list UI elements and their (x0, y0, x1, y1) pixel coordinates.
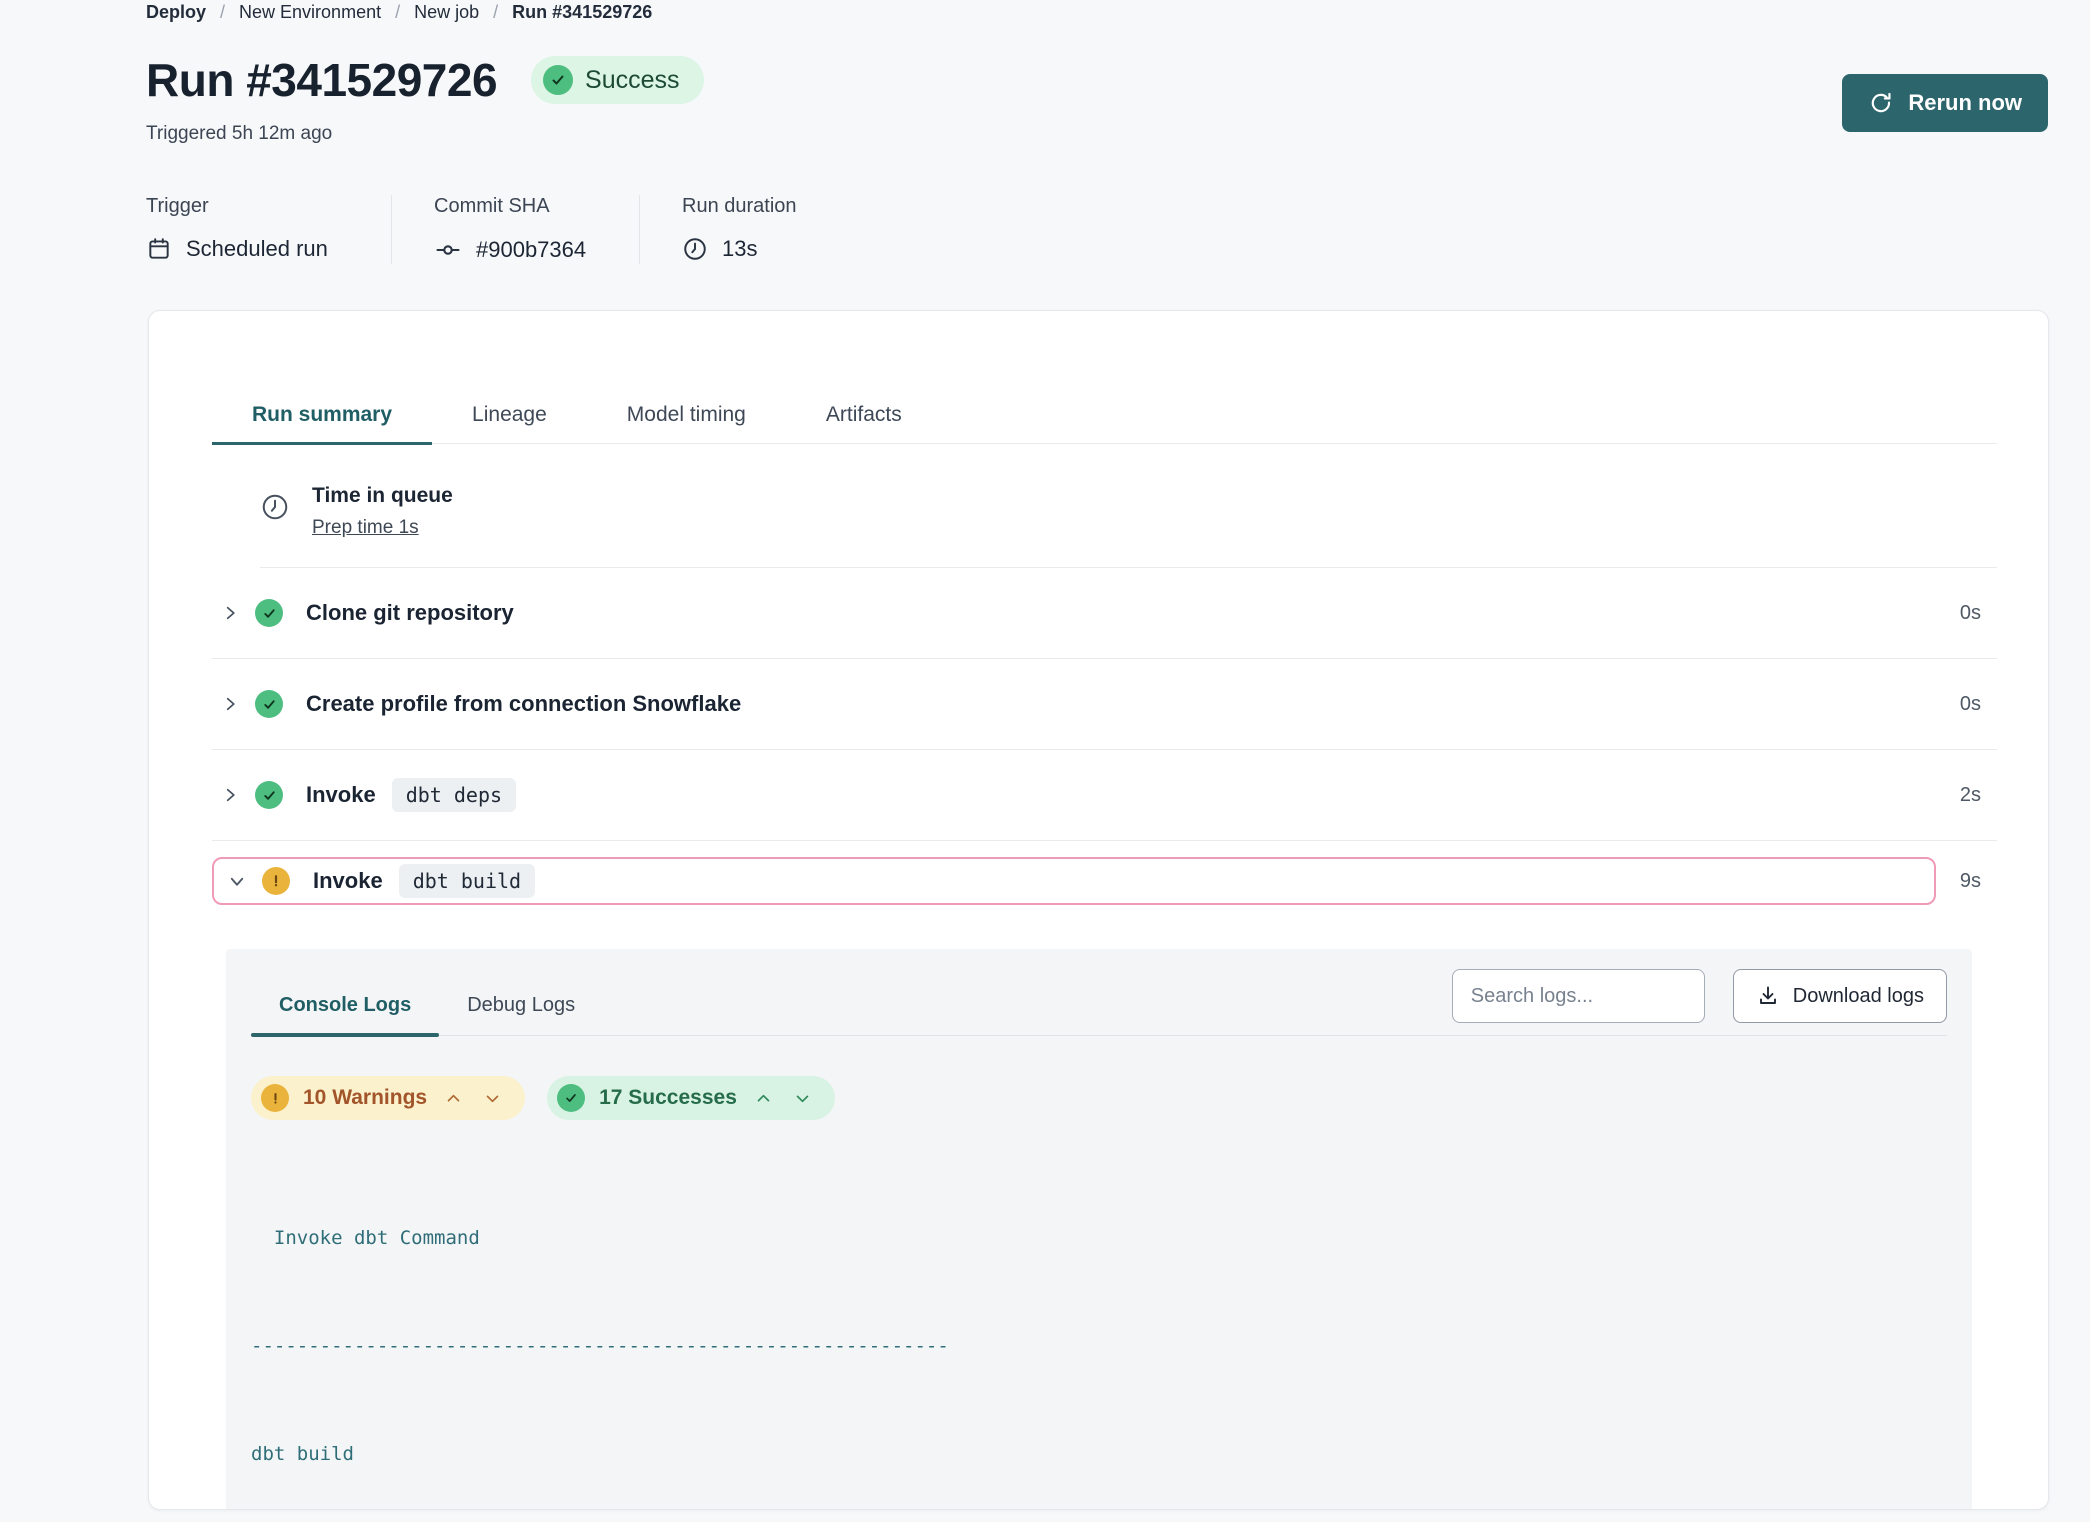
meta-duration: Run duration 13s (682, 195, 839, 264)
meta-trigger-value: Scheduled run (186, 236, 328, 262)
warnings-badge[interactable]: 10 Warnings (251, 1076, 525, 1120)
tab-model-timing[interactable]: Model timing (587, 403, 786, 443)
success-check-icon (255, 690, 283, 718)
download-icon (1756, 984, 1780, 1008)
breadcrumb: Deploy / New Environment / New job / Run… (146, 2, 2048, 23)
step-command-chip: dbt build (399, 864, 535, 898)
rerun-now-button[interactable]: Rerun now (1842, 74, 2048, 132)
log-tabs: Console Logs Debug Logs (251, 980, 603, 1035)
success-check-icon (543, 65, 573, 95)
step-duration: 0s (1960, 602, 1981, 625)
status-badge: Success (531, 56, 703, 104)
download-logs-button[interactable]: Download logs (1733, 969, 1947, 1023)
chevron-right-icon[interactable] (221, 604, 255, 622)
tab-lineage[interactable]: Lineage (432, 403, 587, 443)
step-title: Clone git repository (306, 600, 514, 626)
download-logs-label: Download logs (1793, 985, 1924, 1008)
search-logs-input[interactable] (1452, 969, 1705, 1023)
meta-commit: Commit SHA #900b7364 (434, 195, 640, 264)
log-line: Invoke dbt Command (251, 1220, 1947, 1256)
chevron-right-icon[interactable] (221, 786, 255, 804)
step-row-clone-git[interactable]: Clone git repository 0s (212, 568, 1997, 659)
rerun-now-label: Rerun now (1908, 90, 2022, 116)
tab-artifacts[interactable]: Artifacts (786, 403, 942, 443)
step-duration: 9s (1960, 870, 1981, 893)
run-tabs: Run summary Lineage Model timing Artifac… (212, 403, 1997, 444)
warning-icon (261, 1084, 289, 1112)
tab-console-logs[interactable]: Console Logs (251, 980, 439, 1035)
breadcrumb-item-run: Run #341529726 (512, 2, 652, 23)
step-title: Invoke (306, 782, 376, 808)
next-success-chevron-down-icon[interactable] (790, 1086, 815, 1111)
tab-debug-logs[interactable]: Debug Logs (439, 980, 603, 1035)
clock-icon (260, 492, 290, 539)
previous-warning-chevron-up-icon[interactable] (441, 1086, 466, 1111)
triggered-timestamp: Triggered 5h 12m ago (146, 123, 2090, 145)
successes-badge[interactable]: 17 Successes (547, 1076, 835, 1120)
step-row-dbt-deps[interactable]: Invoke dbt deps 2s (212, 750, 1997, 841)
console-log-output: Invoke dbt Command ---------------------… (251, 1148, 1947, 1510)
breadcrumb-separator: / (493, 2, 498, 23)
console-panel: Console Logs Debug Logs Download logs 10… (226, 949, 1972, 1510)
breadcrumb-item-environment[interactable]: New Environment (239, 2, 381, 23)
run-summary-card: Run summary Lineage Model timing Artifac… (148, 310, 2049, 1510)
meta-commit-label: Commit SHA (434, 195, 597, 218)
step-row-dbt-build-expanded[interactable]: Invoke dbt build (212, 857, 1936, 905)
time-in-queue-section: Time in queue Prep time 1s (260, 444, 1997, 568)
success-check-icon (557, 1084, 585, 1112)
prep-time-link[interactable]: Prep time 1s (312, 517, 419, 539)
success-check-icon (255, 599, 283, 627)
success-check-icon (255, 781, 283, 809)
chevron-right-icon[interactable] (221, 695, 255, 713)
meta-trigger: Trigger Scheduled run (146, 195, 392, 264)
page-title: Run #341529726 (146, 53, 497, 107)
meta-commit-value: #900b7364 (476, 237, 586, 263)
status-badge-label: Success (585, 66, 679, 95)
step-command-chip: dbt deps (392, 778, 516, 812)
breadcrumb-separator: / (220, 2, 225, 23)
step-duration: 2s (1960, 784, 1981, 807)
step-duration: 0s (1960, 693, 1981, 716)
log-line: dbt build (251, 1436, 1947, 1472)
meta-trigger-label: Trigger (146, 195, 349, 218)
tab-run-summary[interactable]: Run summary (212, 403, 432, 443)
successes-badge-label: 17 Successes (599, 1086, 737, 1110)
warnings-badge-label: 10 Warnings (303, 1086, 427, 1110)
previous-success-chevron-up-icon[interactable] (751, 1086, 776, 1111)
warning-icon (262, 867, 290, 895)
breadcrumb-separator: / (395, 2, 400, 23)
step-row-create-profile[interactable]: Create profile from connection Snowflake… (212, 659, 1997, 750)
refresh-icon (1868, 90, 1894, 116)
step-title: Create profile from connection Snowflake (306, 691, 741, 717)
step-title: Invoke (313, 868, 383, 894)
log-divider-line: ----------------------------------------… (251, 1328, 1947, 1364)
step-row-dbt-build: Invoke dbt build 9s (212, 857, 1997, 905)
clock-icon (682, 236, 708, 262)
breadcrumb-item-deploy[interactable]: Deploy (146, 2, 206, 23)
run-metadata: Trigger Scheduled run Commit SHA #900b73… (146, 195, 2048, 264)
meta-duration-label: Run duration (682, 195, 797, 218)
breadcrumb-item-job[interactable]: New job (414, 2, 479, 23)
chevron-down-icon[interactable] (228, 872, 262, 890)
next-warning-chevron-down-icon[interactable] (480, 1086, 505, 1111)
commit-icon (434, 236, 462, 264)
calendar-icon (146, 236, 172, 262)
time-in-queue-title: Time in queue (312, 484, 453, 508)
meta-duration-value: 13s (722, 236, 757, 262)
